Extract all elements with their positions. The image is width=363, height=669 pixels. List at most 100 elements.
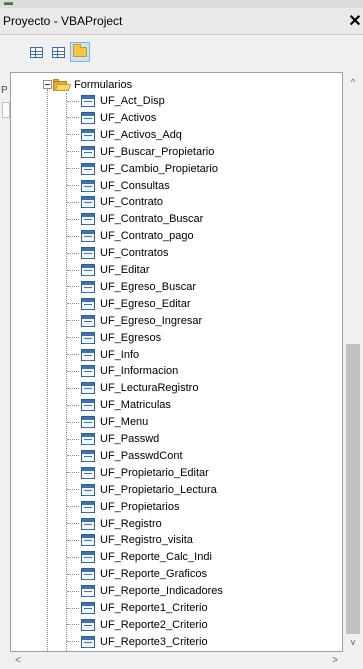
tree-connector: [67, 151, 79, 153]
userform-icon: [81, 365, 95, 378]
tree-item-label: UF_Reporte2_Criterio: [100, 618, 208, 631]
tree-connector: [67, 354, 79, 355]
tree-item[interactable]: UF_Contrato: [67, 194, 163, 210]
tree-item[interactable]: UF_Matriculas: [67, 397, 171, 413]
tree-item[interactable]: UF_Reporte_Indicadores: [67, 583, 223, 599]
tree-item[interactable]: UF_Contrato_pago: [67, 228, 194, 244]
folder-icon: [73, 44, 87, 57]
userform-icon: [81, 179, 95, 192]
tree-connector: [67, 235, 79, 237]
scroll-up-arrow[interactable]: ^: [343, 74, 363, 90]
project-tree[interactable]: Formularios UF_Act_Disp UF_Activos UF_Acti…: [10, 72, 343, 652]
tree-item-label: UF_Act_Disp: [100, 95, 165, 107]
project-toolbar: [0, 35, 363, 103]
userform-icon: [81, 128, 95, 141]
tree-item[interactable]: UF_Reporte1_Criterio: [67, 600, 208, 616]
tree-item[interactable]: UF_Cambio_Propietario: [67, 161, 218, 177]
userform-icon: [81, 416, 95, 429]
tree-connector: [67, 269, 79, 271]
tree-item[interactable]: UF_Registro: [67, 516, 162, 532]
tree-item[interactable]: UF_Contratos: [67, 245, 168, 261]
userform-icon: [81, 111, 95, 124]
userform-icon: [81, 331, 95, 344]
userform-icon: [81, 517, 95, 530]
grid-icon: [51, 46, 65, 58]
scrollbar-corner: [343, 652, 363, 669]
tree-item[interactable]: UF_Egreso_Buscar: [67, 279, 196, 295]
tree-connector: [67, 303, 79, 305]
userform-icon: [81, 399, 95, 412]
tree-connector: [67, 252, 79, 254]
tree-item[interactable]: UF_Propietario_Lectura: [67, 482, 217, 498]
tree-connector: [67, 573, 79, 575]
tree-item-label: UF_Propietarios: [100, 500, 180, 513]
strip-icon: ▬: [4, 0, 13, 7]
tree-item[interactable]: UF_Propietarios: [67, 499, 179, 515]
tree-connector: [67, 185, 79, 186]
tree-item[interactable]: UF_Reporte3_Criterio: [67, 634, 208, 650]
tree-item[interactable]: UF_Info: [67, 347, 139, 363]
tree-connector: [67, 286, 79, 288]
horizontal-scrollbar[interactable]: < >: [10, 652, 343, 669]
tree-connector: [67, 641, 79, 643]
tree-item[interactable]: UF_Activos_Adq: [67, 127, 182, 143]
tree-item[interactable]: UF_Reporte2_Criterio: [67, 617, 208, 633]
scroll-left-arrow[interactable]: <: [10, 652, 26, 669]
tree-connector: [67, 117, 79, 119]
tree-connector: [67, 438, 79, 440]
tree-item[interactable]: UF_Buscar_Propietario: [67, 144, 214, 160]
tree-item[interactable]: UF_Informacion: [67, 363, 178, 379]
tree-item[interactable]: UF_Egreso_Editar: [67, 296, 191, 312]
tree-item-label: UF_Reporte_Indicadores: [100, 585, 223, 598]
tree-item[interactable]: UF_Registro_visita: [67, 532, 193, 548]
tree-connector: [67, 556, 79, 558]
tree-connector: [67, 370, 79, 372]
tree-item[interactable]: UF_Activos: [67, 110, 156, 126]
tree-connector: [67, 201, 79, 203]
left-pane: P: [0, 72, 10, 652]
tree-item-label: UF_Activos: [100, 111, 157, 124]
collapse-toggle[interactable]: [43, 80, 52, 89]
userform-icon: [81, 196, 95, 209]
tree-item[interactable]: UF_Reporte_Graficos: [67, 566, 207, 582]
scroll-right-arrow[interactable]: >: [327, 652, 343, 669]
userform-icon: [81, 585, 95, 598]
tree-connector: [67, 168, 79, 170]
close-button[interactable]: ✕: [347, 12, 363, 32]
userform-icon: [81, 280, 95, 293]
tree-item[interactable]: UF_Act_Disp: [67, 93, 165, 109]
view-code-button[interactable]: [26, 42, 46, 62]
toggle-folders-button[interactable]: [70, 42, 90, 62]
scroll-down-arrow[interactable]: v: [343, 634, 363, 650]
tree-item[interactable]: UF_Editar: [67, 262, 150, 278]
scroll-thumb[interactable]: [346, 344, 360, 634]
tree-connector: [67, 455, 79, 457]
tree-connector: [67, 404, 79, 406]
tree-connector: [67, 100, 79, 102]
userform-icon: [81, 145, 95, 158]
vertical-scrollbar[interactable]: ^ v: [343, 72, 363, 652]
tree-item[interactable]: UF_LecturaRegistro: [67, 380, 198, 396]
tree-connector: [67, 489, 79, 491]
view-object-button[interactable]: [48, 42, 68, 62]
tree-item[interactable]: UF_PasswdCont: [67, 448, 183, 464]
userform-icon: [81, 534, 95, 547]
tree-connector: [67, 472, 79, 474]
tree-item[interactable]: UF_Passwd: [67, 431, 159, 447]
tree-connector: [67, 134, 79, 136]
tree-item-label: UF_Registro: [100, 517, 162, 530]
tree-item[interactable]: UF_Contrato_Buscar: [67, 211, 203, 227]
tree-folder-formularios[interactable]: Formularios: [53, 77, 132, 93]
tree-connector: [67, 624, 79, 626]
tree-item-label: UF_Egreso_Editar: [100, 297, 191, 310]
tree-item[interactable]: UF_Egreso_Ingresar: [67, 313, 202, 329]
tree-item[interactable]: UF_Consultas: [67, 178, 170, 194]
tree-item[interactable]: UF_Menu: [67, 414, 148, 430]
tree-item-label: UF_Reporte3_Criterio: [100, 635, 208, 648]
tree-item[interactable]: UF_Propietario_Editar: [67, 465, 209, 481]
tree-item[interactable]: UF_Egresos: [67, 330, 161, 346]
left-pane-control[interactable]: [2, 102, 10, 118]
tree-item-label: UF_Contrato_Buscar: [100, 213, 204, 226]
tree-connector: [67, 421, 79, 423]
tree-item[interactable]: UF_Reporte_Calc_Indi: [67, 549, 212, 565]
